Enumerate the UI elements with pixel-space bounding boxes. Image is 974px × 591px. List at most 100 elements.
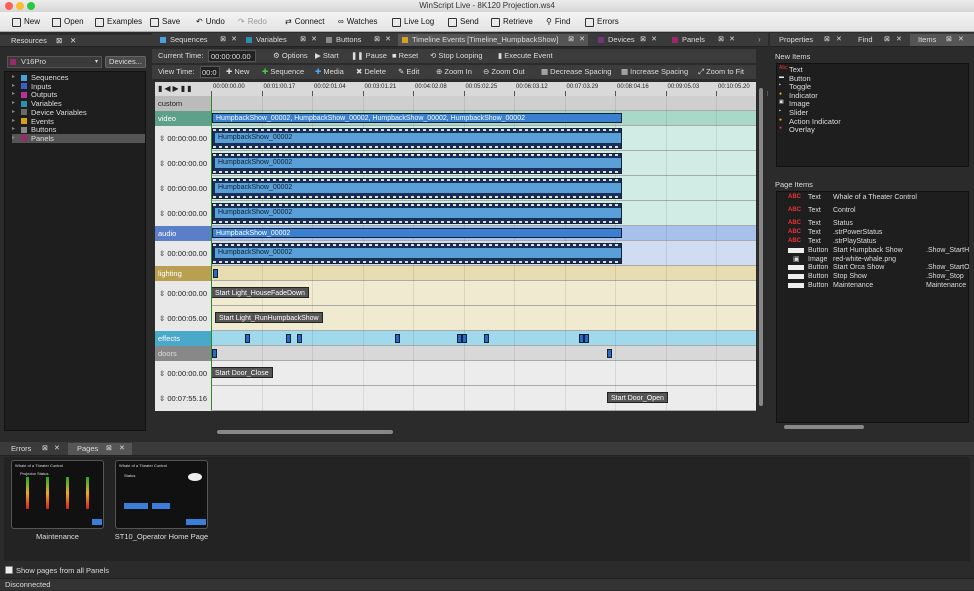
rewind-icon[interactable]: ▮◀▶▮ <box>158 84 187 93</box>
track-lane[interactable]: HumpbackShow_00002 <box>211 126 756 151</box>
track-time-label[interactable]: ⇳ 00:00:05.00 <box>155 306 211 331</box>
pin-icon[interactable]: ⊠ <box>884 35 890 43</box>
page-item-row[interactable]: Button Maintenance Maintenance <box>779 281 969 290</box>
edit-button[interactable]: ✎ Edit <box>398 66 419 78</box>
page-item-row[interactable]: ABC Text Control <box>779 206 969 215</box>
close-icon[interactable]: ✕ <box>231 34 237 46</box>
resource-item[interactable]: ▸ Variables <box>12 99 62 108</box>
scrollbar-thumb[interactable] <box>784 425 864 429</box>
track-time-label[interactable]: ⇳ 00:00:00.00 <box>155 241 211 266</box>
expand-arrow-icon[interactable]: ▸ <box>12 117 17 126</box>
track-time-label[interactable]: ⇳ 00:07:55.16 <box>155 386 211 411</box>
track-lane[interactable] <box>211 266 756 281</box>
track-lane[interactable]: HumpbackShow_00002 <box>211 201 756 226</box>
event-marker[interactable] <box>213 269 218 278</box>
pin-icon[interactable]: ⊠ <box>718 34 724 46</box>
tab-find[interactable]: Find <box>850 34 873 46</box>
close-icon[interactable]: ✕ <box>119 444 125 452</box>
start-button[interactable]: ▶ Start <box>315 50 339 62</box>
minimize-window-button[interactable] <box>16 2 24 10</box>
increase-spacing-button[interactable]: ▦ Increase Spacing <box>621 66 688 78</box>
timeline-event[interactable]: Start Door_Open <box>607 392 668 403</box>
playhead[interactable] <box>211 96 212 410</box>
scrollbar-thumb[interactable] <box>217 430 393 434</box>
zoom-in-button[interactable]: ⊕ Zoom In <box>436 66 472 78</box>
add-media-button[interactable]: ✚ Media <box>315 66 344 78</box>
page-item-row[interactable]: Button Stop Show .Show_Stop <box>779 272 969 281</box>
zoom-to-fit-button[interactable]: ⤢ Zoom to Fit <box>698 66 744 78</box>
watches-button[interactable]: ∞ Watches <box>338 16 378 28</box>
event-marker[interactable] <box>245 334 250 343</box>
resource-item[interactable]: ▸ Panels <box>12 133 145 143</box>
live-log-button[interactable]: Live Log <box>392 16 434 28</box>
track-label[interactable]: lighting <box>155 266 211 281</box>
track-time-label[interactable]: ⇳ 00:00:00.00 <box>155 361 211 386</box>
tab-5[interactable]: Panels ⊠ ✕ <box>668 34 738 46</box>
pin-icon[interactable]: ⊠ <box>824 35 830 43</box>
page-item-row[interactable]: ABC Text .strPlayStatus <box>779 237 969 246</box>
track-lane[interactable]: HumpbackShow_00002 <box>211 151 756 176</box>
track-label[interactable]: doors <box>155 346 211 361</box>
close-icon[interactable]: ✕ <box>836 35 842 43</box>
current-time-field[interactable]: 00:00:00.00 <box>208 50 256 62</box>
track-lane[interactable]: Start Door_Close <box>211 361 756 386</box>
close-icon[interactable]: ✕ <box>579 34 585 46</box>
retrieve-button[interactable]: Retrieve <box>491 16 533 28</box>
connect-button[interactable]: ⇄ Connect <box>285 16 325 28</box>
options-button[interactable]: ⚙ Options <box>273 50 308 62</box>
track-label[interactable]: custom <box>155 96 211 111</box>
media-clip[interactable]: HumpbackShow_00002 <box>212 203 622 224</box>
add-sequence-button[interactable]: ✚ Sequence <box>262 66 304 78</box>
page-thumbnail-maintenance[interactable]: Whale of a Theater Control Projector Sta… <box>11 460 104 529</box>
resource-item[interactable]: ▸ Buttons <box>12 125 56 134</box>
event-marker[interactable] <box>286 334 291 343</box>
scrollbar-thumb[interactable] <box>759 88 763 406</box>
close-icon[interactable]: ✕ <box>958 35 964 43</box>
decrease-spacing-button[interactable]: ▦ Decrease Spacing <box>541 66 611 78</box>
timeline-event[interactable]: Start Light_RunHumpbackShow <box>215 312 323 323</box>
pin-icon[interactable]: ⊠ <box>220 34 226 46</box>
track-lane[interactable]: HumpbackShow_00002, HumpbackShow_00002, … <box>211 111 756 126</box>
media-clip[interactable]: HumpbackShow_00002, HumpbackShow_00002, … <box>212 113 622 123</box>
open-button[interactable]: Open <box>52 16 84 28</box>
page-thumbnail-operator-home[interactable]: Whale of a Theater Control Status <box>115 460 208 529</box>
page-item-row[interactable]: Button Start Orca Show .Show_StartO <box>779 263 969 272</box>
close-icon[interactable]: ✕ <box>651 34 657 46</box>
event-marker[interactable] <box>462 334 467 343</box>
zoom-out-button[interactable]: ⊖ Zoom Out <box>483 66 525 78</box>
expand-arrow-icon[interactable]: ▸ <box>12 99 17 108</box>
tab-scroll-right-icon[interactable]: › <box>758 33 766 47</box>
media-clip[interactable]: HumpbackShow_00002 <box>212 178 622 199</box>
pin-icon[interactable]: ⊠ <box>374 34 380 46</box>
redo-button[interactable]: ↷ Redo <box>238 16 267 28</box>
examples-button[interactable]: Examples <box>95 16 142 28</box>
expand-arrow-icon[interactable]: ▸ <box>12 125 17 134</box>
media-clip[interactable]: HumpbackShow_00002 <box>212 243 622 264</box>
resource-item[interactable]: ▸ Sequences <box>12 73 69 82</box>
pause-button[interactable]: ❚❚ Pause <box>351 50 387 62</box>
track-label[interactable]: audio <box>155 226 211 241</box>
tab-1[interactable]: Variables ⊠ ✕ <box>242 34 320 46</box>
page-item-row[interactable]: Button Start Humpback Show .Show_StartH <box>779 246 969 255</box>
event-marker[interactable] <box>395 334 400 343</box>
track-label[interactable]: effects <box>155 331 211 346</box>
close-icon[interactable]: ✕ <box>896 35 902 43</box>
find-button[interactable]: ⚲ Find <box>546 16 570 28</box>
tab-3[interactable]: Timeline Events [Timeline_HumpbackShow] … <box>398 34 588 46</box>
send-button[interactable]: Send <box>448 16 479 28</box>
track-time-label[interactable]: ⇳ 00:00:00.00 <box>155 151 211 176</box>
track-lane[interactable]: Start Light_HouseFadeDown <box>211 281 756 306</box>
close-icon[interactable]: ✕ <box>385 34 391 46</box>
new-item[interactable]: ● Overlay <box>779 125 815 134</box>
resource-item[interactable]: ▸ Outputs <box>12 90 57 99</box>
pin-icon[interactable]: ⊠ <box>106 444 112 452</box>
event-marker[interactable] <box>607 349 612 358</box>
new-button[interactable]: New <box>12 16 40 28</box>
media-clip[interactable]: HumpbackShow_00002 <box>212 228 622 238</box>
reset-button[interactable]: ■ Reset <box>392 50 418 62</box>
close-icon[interactable]: ✕ <box>54 444 60 452</box>
device-select[interactable]: V16Pro ▾ <box>7 56 102 68</box>
track-lane[interactable] <box>211 331 756 346</box>
track-label[interactable]: video <box>155 111 211 126</box>
close-icon[interactable]: ✕ <box>729 34 735 46</box>
